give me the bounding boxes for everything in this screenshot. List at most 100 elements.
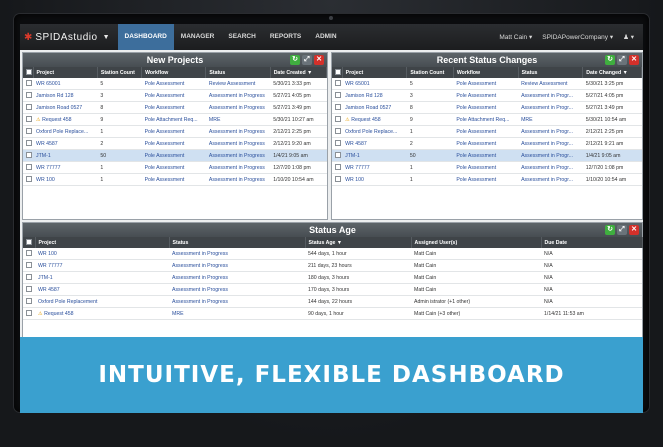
column-header[interactable]: Station Count [97, 67, 143, 78]
table-cell[interactable]: Review Assessment [518, 78, 583, 90]
table-row[interactable]: WR 77777 Assessment in Progress 211 days, … [23, 259, 642, 272]
row-checkbox[interactable] [332, 113, 343, 126]
row-checkbox[interactable] [23, 161, 34, 174]
table-row[interactable]: Oxford Pole Replacement Assessment in Pro… [23, 295, 642, 308]
select-all-checkbox[interactable] [23, 67, 34, 78]
expand-icon[interactable]: ⤢ [617, 55, 627, 65]
column-header[interactable]: Date Created ▼ [270, 67, 328, 78]
table-row[interactable]: ⚠ Request 458 MRE 90 days, 1 hour Matt Cain… [23, 307, 642, 320]
column-header[interactable]: Project [33, 67, 98, 78]
column-header[interactable]: Due Date [541, 237, 643, 248]
column-header[interactable]: Project [35, 237, 170, 248]
row-checkbox[interactable] [332, 101, 343, 114]
project-link[interactable]: JTM-1 [33, 149, 98, 162]
refresh-icon[interactable]: ↻ [605, 55, 615, 65]
table-cell[interactable]: Assessment in Progr... [518, 89, 583, 102]
nav-manager[interactable]: MANAGER [174, 24, 222, 50]
table-cell[interactable]: Pole Assessment [141, 101, 206, 114]
row-checkbox[interactable] [23, 248, 35, 260]
user-menu[interactable]: Matt Cain ▾ [494, 33, 537, 41]
table-cell[interactable]: MRE [169, 307, 305, 320]
project-link[interactable]: WR 77777 [33, 161, 98, 174]
row-checkbox[interactable] [23, 295, 35, 308]
app-logo[interactable]: ✱ SPIDAstudio ▼ [24, 32, 110, 43]
project-link[interactable]: ⚠ Request 458 [35, 307, 169, 320]
row-checkbox[interactable] [23, 125, 34, 138]
table-cell[interactable]: Review Assessment [205, 78, 271, 90]
table-cell[interactable]: MRE [205, 113, 271, 126]
refresh-icon[interactable]: ↻ [605, 225, 615, 235]
column-header[interactable]: Status [169, 237, 306, 248]
table-row[interactable]: Jamison Rd 128 3 Pole Assessment Assessment… [23, 89, 327, 102]
project-link[interactable]: WR 77777 [35, 259, 169, 272]
table-cell[interactable]: Pole Assessment [141, 137, 206, 150]
expand-icon[interactable]: ⤢ [617, 225, 627, 235]
table-row[interactable]: WR 77777 1 Pole Assessment Assessment in Pr… [23, 161, 327, 174]
row-checkbox[interactable] [332, 78, 343, 90]
table-cell[interactable]: Assessment in Progress [205, 137, 271, 150]
project-link[interactable]: WR 100 [342, 173, 407, 186]
project-link[interactable]: WR 65001 [342, 78, 407, 90]
expand-icon[interactable]: ⤢ [302, 55, 312, 65]
close-icon[interactable]: ✕ [629, 225, 639, 235]
table-cell[interactable]: Pole Assessment [141, 161, 206, 174]
profile-icon[interactable]: ♟ ▾ [618, 33, 639, 41]
company-menu[interactable]: SPIDAPowerCompany ▾ [537, 33, 618, 41]
table-row[interactable]: WR 100 Assessment in Progress 544 days, 1 … [23, 248, 642, 260]
row-checkbox[interactable] [332, 149, 343, 162]
row-checkbox[interactable] [23, 113, 34, 126]
project-link[interactable]: JTM-1 [35, 271, 169, 284]
row-checkbox[interactable] [23, 89, 34, 102]
table-cell[interactable]: Assessment in Progress [169, 271, 305, 284]
table-cell[interactable]: Pole Assessment [141, 125, 206, 138]
table-cell[interactable]: Pole Assessment [453, 149, 519, 162]
column-header[interactable]: Workflow [453, 67, 519, 78]
project-link[interactable]: ⚠ Request 458 [33, 113, 98, 126]
refresh-icon[interactable]: ↻ [290, 55, 300, 65]
table-cell[interactable]: Pole Assessment [141, 78, 206, 90]
table-cell[interactable]: Assessment in Progress [205, 161, 271, 174]
project-link[interactable]: Jamison Rd 128 [342, 89, 407, 102]
table-cell[interactable]: Pole Attachment Req... [141, 113, 206, 126]
table-cell[interactable]: Pole Assessment [453, 173, 519, 186]
table-row[interactable]: WR 4587 2 Pole Assessment Assessment in Pro… [332, 137, 642, 150]
row-checkbox[interactable] [332, 137, 343, 150]
table-cell[interactable]: Pole Assessment [141, 89, 206, 102]
close-icon[interactable]: ✕ [314, 55, 324, 65]
select-all-checkbox[interactable] [332, 67, 343, 78]
table-cell[interactable]: Assessment in Progress [205, 89, 271, 102]
table-row[interactable]: JTM-1 50 Pole Assessment Assessment in Prog… [23, 149, 327, 162]
row-checkbox[interactable] [23, 307, 35, 320]
nav-admin[interactable]: ADMIN [308, 24, 343, 50]
table-cell[interactable]: Assessment in Progr... [518, 173, 583, 186]
table-row[interactable]: Jamison Road 0527 8 Pole Assessment Assessm… [332, 101, 642, 114]
table-cell[interactable]: Assessment in Progr... [518, 125, 583, 138]
project-link[interactable]: Oxford Pole Replace... [342, 125, 407, 138]
project-link[interactable]: Oxford Pole Replace... [33, 125, 98, 138]
nav-reports[interactable]: REPORTS [263, 24, 308, 50]
table-cell[interactable]: Assessment in Progr... [518, 161, 583, 174]
table-row[interactable]: WR 100 1 Pole Assessment Assessment in Prog… [332, 173, 642, 186]
table-cell[interactable]: Assessment in Progress [169, 283, 305, 296]
project-link[interactable]: WR 4587 [35, 283, 169, 296]
row-checkbox[interactable] [23, 101, 34, 114]
table-cell[interactable]: Pole Assessment [453, 101, 519, 114]
table-cell[interactable]: Assessment in Progr... [518, 149, 583, 162]
project-link[interactable]: Oxford Pole Replacement [35, 295, 169, 308]
table-row[interactable]: ⚠ Request 458 9 Pole Attachment Req... MRE 5… [332, 113, 642, 126]
project-link[interactable]: WR 100 [33, 173, 98, 186]
table-row[interactable]: Jamison Road 0527 8 Pole Assessment Assessm… [23, 101, 327, 114]
table-row[interactable]: WR 4587 2 Pole Assessment Assessment in Pro… [23, 137, 327, 150]
table-row[interactable]: Jamison Rd 128 3 Pole Assessment Assessment… [332, 89, 642, 102]
project-link[interactable]: WR 77777 [342, 161, 407, 174]
row-checkbox[interactable] [23, 78, 34, 90]
table-cell[interactable]: Pole Attachment Req... [453, 113, 519, 126]
table-cell[interactable]: MRE [518, 113, 583, 126]
project-link[interactable]: Jamison Rd 128 [33, 89, 98, 102]
table-cell[interactable]: Assessment in Progress [205, 101, 271, 114]
table-row[interactable]: ⚠ Request 458 9 Pole Attachment Req... MRE 5… [23, 113, 327, 126]
row-checkbox[interactable] [23, 271, 35, 284]
table-row[interactable]: WR 4587 Assessment in Progress 170 days, 3… [23, 283, 642, 296]
column-header[interactable]: Status Age ▼ [305, 237, 412, 248]
row-checkbox[interactable] [23, 149, 34, 162]
